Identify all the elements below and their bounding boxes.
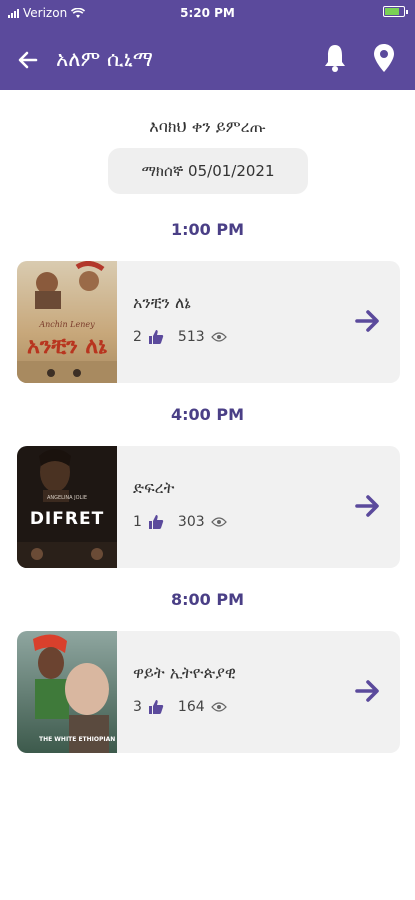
battery-icon [383,6,408,20]
select-day-label: እባክህ ቀን ይምረጡ [149,117,266,136]
poster-subtitle: Anchin Leney [38,320,95,329]
movie-title: ዋይት ኢትዮጵያዊ [133,663,236,682]
movie-title: ድፍረት [133,478,175,497]
movie-stats: 2 513 [133,329,227,345]
showtime-label: 4:00 PM [170,405,244,424]
poster-subtitle: ANGELINA JOLIE [47,495,87,501]
movie-poster: Anchin Leney አንቺን ለኔ [17,261,117,383]
view-count: 164 [177,699,205,715]
arrow-right-icon[interactable] [354,307,382,335]
movie-card[interactable]: ANGELINA JOLIE DIFRET ድፍረት 1 303 [17,446,400,568]
like-count: 3 [133,699,142,715]
poster-title: አንቺን ለኔ [27,334,107,359]
status-time: 5:20 PM [180,6,235,20]
showtime-label: 1:00 PM [170,220,244,239]
movie-stats: 3 164 [133,699,227,715]
showtime-label: 8:00 PM [170,590,244,609]
bell-icon[interactable] [320,42,350,74]
thumbs-up-icon [148,515,164,529]
date-selector[interactable]: ማክሰኞ 05/01/2021 [108,148,308,194]
back-arrow-icon[interactable] [14,46,42,74]
view-count: 303 [177,514,205,530]
eye-icon [210,332,227,342]
movie-poster: ANGELINA JOLIE DIFRET [17,446,117,568]
movie-title: አንቺን ለኔ [133,293,191,312]
like-count: 2 [133,329,142,345]
poster-title: DIFRET [30,509,104,529]
arrow-right-icon[interactable] [354,492,382,520]
movie-card[interactable]: THE WHITE ETHIOPIAN ዋይት ኢትዮጵያዊ 3 164 [17,631,400,753]
eye-icon [210,702,227,712]
app-header: Verizon 5:20 PM አለም ሲኒማ [0,0,415,90]
location-pin-icon[interactable] [370,42,398,74]
date-label: ማክሰኞ 05/01/2021 [141,162,275,180]
movie-card[interactable]: Anchin Leney አንቺን ለኔ አንቺን ለኔ 2 513 [17,261,400,383]
view-count: 513 [177,329,205,345]
eye-icon [210,517,227,527]
thumbs-up-icon [148,330,164,344]
movie-poster: THE WHITE ETHIOPIAN [17,631,117,753]
status-bar: Verizon 5:20 PM [0,0,415,28]
movie-stats: 1 303 [133,514,227,530]
nav-bar: አለም ሲኒማ [0,38,415,84]
arrow-right-icon[interactable] [354,677,382,705]
poster-title: THE WHITE ETHIOPIAN [39,736,115,743]
page-title: አለም ሲኒማ [56,47,153,71]
thumbs-up-icon [148,700,164,714]
like-count: 1 [133,514,142,530]
